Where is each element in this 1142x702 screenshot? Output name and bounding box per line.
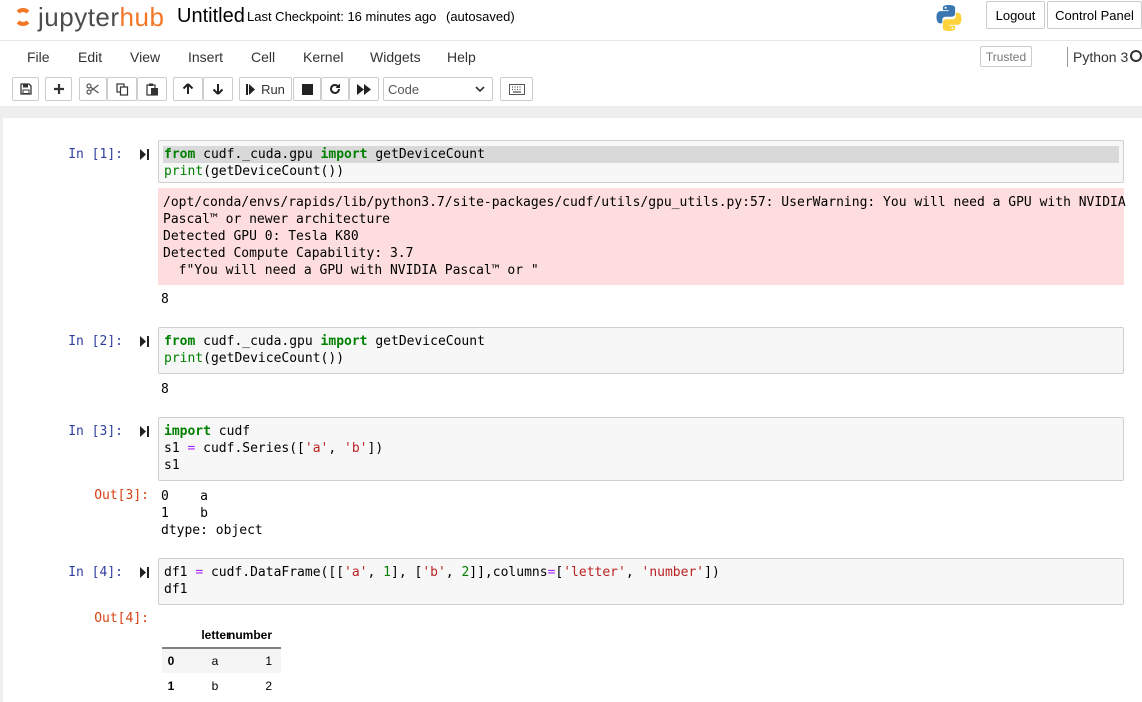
move-down-button[interactable]: [203, 77, 233, 101]
code-cell-input[interactable]: from cudf._cuda.gpu import getDeviceCoun…: [158, 140, 1124, 183]
copy-icon: [115, 82, 128, 96]
plus-icon: [53, 84, 64, 94]
kernel-name: Python 3: [1073, 49, 1129, 65]
restart-button[interactable]: [321, 77, 349, 101]
menu-view[interactable]: View: [130, 49, 160, 65]
code-line: print(getDeviceCount()): [164, 351, 345, 366]
menu-edit[interactable]: Edit: [78, 49, 102, 65]
stdout-output: 8: [161, 382, 169, 397]
paste-button[interactable]: [137, 77, 167, 101]
paste-icon: [145, 83, 158, 96]
cell-type-value: Code: [388, 81, 420, 97]
stderr-line: Detected Compute Capability: 3.7: [163, 246, 414, 261]
run-cell-icon[interactable]: [140, 567, 150, 578]
autosave-status: (autosaved): [446, 9, 515, 24]
menu-insert[interactable]: Insert: [188, 49, 223, 65]
output-line: 1 b: [161, 506, 208, 521]
menu-kernel[interactable]: Kernel: [303, 49, 343, 65]
code-line: import cudf: [164, 424, 251, 439]
output-prompt: Out[3]:: [94, 488, 149, 503]
interrupt-button[interactable]: [293, 77, 321, 101]
menu-widgets[interactable]: Widgets: [370, 49, 421, 65]
cut-button[interactable]: [79, 77, 107, 101]
python-logo-icon: [936, 5, 962, 31]
restart-run-all-button[interactable]: [349, 77, 379, 101]
run-cell-icon[interactable]: [140, 426, 150, 437]
command-palette-button[interactable]: [500, 77, 533, 101]
restart-icon: [330, 83, 340, 94]
code-cell-input[interactable]: from cudf._cuda.gpu import getDeviceCoun…: [158, 327, 1124, 374]
control-panel-button[interactable]: Control Panel: [1047, 1, 1142, 29]
chevron-down-icon: [475, 86, 485, 93]
arrow-down-icon: [212, 84, 224, 95]
menubar: File Edit View Insert Cell Kernel Widget…: [0, 40, 1142, 74]
menu-file[interactable]: File: [27, 49, 50, 65]
code-cell-input[interactable]: df1 = cudf.DataFrame([['a', 1], ['b', 2]…: [158, 558, 1124, 605]
output-line: dtype: object: [161, 523, 263, 538]
header: jupyterhub Untitled Last Checkpoint: 16 …: [0, 0, 1142, 40]
input-prompt: In [4]:: [68, 565, 123, 580]
insert-cell-button[interactable]: [45, 77, 72, 101]
save-button[interactable]: [12, 77, 39, 101]
input-prompt: In [2]:: [68, 334, 123, 349]
notebook-name[interactable]: Untitled: [177, 5, 245, 28]
logo-text-hub: hub: [119, 1, 165, 32]
menu-help[interactable]: Help: [447, 49, 476, 65]
logout-button[interactable]: Logout: [986, 1, 1045, 29]
code-line: from cudf._cuda.gpu import getDeviceCoun…: [164, 334, 485, 349]
stderr-line: /opt/conda/envs/rapids/lib/python3.7/sit…: [163, 195, 1126, 210]
stdout-output: 8: [161, 292, 169, 307]
code-line: print(getDeviceCount()): [164, 164, 345, 179]
toolbar-shadow: [0, 106, 1142, 118]
stop-icon: [301, 83, 313, 95]
logo-text: jupyter: [38, 1, 120, 32]
arrow-up-icon: [182, 83, 194, 94]
kernel-idle-icon: [1130, 50, 1142, 62]
output-line: 0 a: [161, 489, 208, 504]
column-header: letter: [201, 628, 231, 642]
jupyterhub-logo[interactable]: jupyterhub: [14, 2, 164, 32]
row-index: 1: [168, 679, 175, 693]
step-forward-icon: [246, 83, 256, 95]
kernel-divider: [1067, 47, 1068, 67]
jupyter-logo-icon: [14, 8, 32, 26]
stderr-line: Detected GPU 0: Tesla K80: [163, 229, 359, 244]
toolbar: Run Code: [0, 73, 1142, 106]
table-row-stripe: [162, 649, 281, 673]
keyboard-icon: [508, 83, 525, 95]
code-line: from cudf._cuda.gpu import getDeviceCoun…: [164, 147, 485, 162]
table-cell: b: [212, 679, 219, 693]
row-index: 0: [168, 654, 175, 668]
run-label: Run: [261, 81, 285, 97]
run-cell-icon[interactable]: [140, 149, 150, 160]
table-cell: a: [212, 654, 219, 668]
table-cell: 2: [265, 679, 272, 693]
move-up-button[interactable]: [173, 77, 203, 101]
menu-cell[interactable]: Cell: [251, 49, 275, 65]
code-line: df1: [164, 582, 188, 597]
code-line: df1 = cudf.DataFrame([['a', 1], ['b', 2]…: [164, 565, 720, 580]
stderr-line: f"You will need a GPU with NVIDIA Pascal…: [163, 263, 539, 278]
code-line: s1: [164, 458, 180, 473]
input-prompt: In [1]:: [68, 147, 123, 162]
fast-forward-icon: [357, 83, 371, 95]
code-line: s1 = cudf.Series(['a', 'b']): [164, 441, 384, 456]
trusted-indicator[interactable]: Trusted: [980, 46, 1032, 67]
input-prompt: In [3]:: [68, 424, 123, 439]
checkpoint-status: Last Checkpoint: 16 minutes ago: [247, 9, 437, 24]
code-cell-input[interactable]: import cudf s1 = cudf.Series(['a', 'b'])…: [158, 417, 1124, 481]
stderr-output: /opt/conda/envs/rapids/lib/python3.7/sit…: [158, 188, 1126, 285]
run-cell-icon[interactable]: [140, 336, 150, 347]
stderr-line: Pascal™ or newer architecture: [163, 212, 390, 227]
table-cell: 1: [265, 654, 272, 668]
output-prompt: Out[4]:: [94, 611, 149, 626]
notebook-container: In [1]: from cudf._cuda.gpu import getDe…: [3, 118, 1142, 702]
dataframe-table: letter number 0 a 1 1 b 2: [162, 628, 281, 693]
cut-icon: [86, 83, 99, 95]
copy-button[interactable]: [107, 77, 137, 101]
column-header: number: [228, 628, 272, 642]
save-icon: [19, 83, 32, 95]
run-button[interactable]: Run: [239, 77, 292, 101]
cell-type-select[interactable]: Code: [383, 77, 493, 101]
